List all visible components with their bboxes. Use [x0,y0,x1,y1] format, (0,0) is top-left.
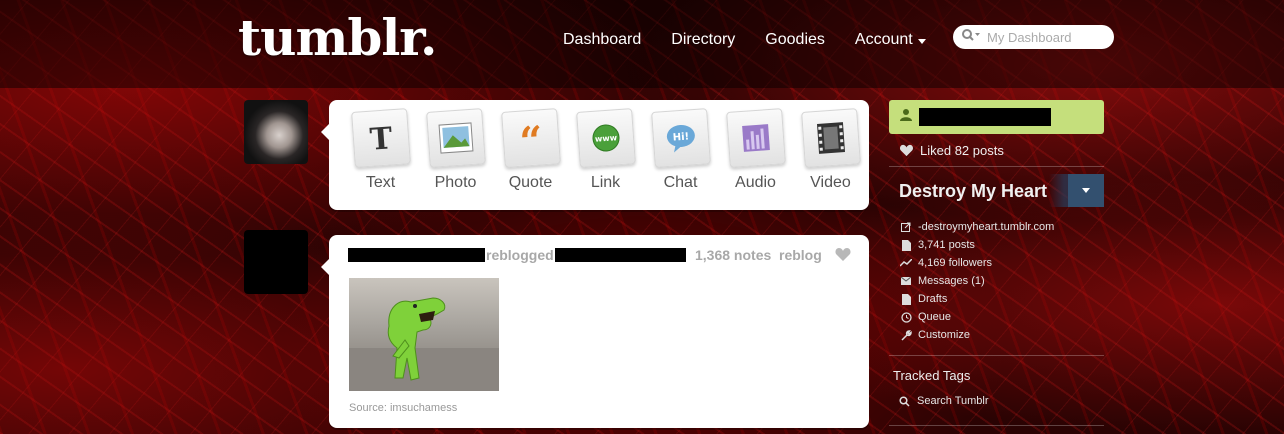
blog-link-queue[interactable]: Queue [899,308,1054,326]
post-photo[interactable] [349,278,499,391]
post-type-text[interactable]: T Text [343,108,418,192]
blog-links: -destroymyheart.tumblr.com 3,741 posts 4… [899,218,1054,344]
chat-icon: Hi! [650,108,711,168]
nav-directory[interactable]: Directory [671,31,735,49]
blog-link-messages[interactable]: Messages (1) [899,272,1054,290]
blog-link-label: 4,169 followers [918,257,992,269]
blog-link-drafts[interactable]: Drafts [899,290,1054,308]
post-type-label: Video [810,174,851,191]
notes-count[interactable]: 1,368 notes [695,247,771,263]
search-input[interactable] [987,29,1097,45]
text-icon: T [350,108,411,168]
reblogged-text: reblogged [486,247,554,263]
envelope-icon [899,277,913,285]
redacted-username[interactable] [348,248,485,262]
post-type-link[interactable]: www Link [568,108,643,192]
post-composer: T Text Photo “ Quote www Link Hi! Chat A… [321,100,869,210]
blog-link-label: 3,741 posts [918,239,975,251]
nav-goodies[interactable]: Goodies [765,31,825,49]
sidebar-divider [889,355,1104,356]
liked-posts-label: Liked 82 posts [920,143,1004,158]
search-tumblr-link[interactable]: Search Tumblr [899,395,989,407]
blog-title[interactable]: Destroy My Heart [899,181,1047,202]
clock-icon [899,311,913,323]
svg-text:www: www [594,133,617,144]
chevron-down-icon [1082,188,1090,193]
redacted-source-username[interactable] [554,248,686,262]
link-icon: www [575,108,636,168]
chevron-down-icon [917,38,926,44]
audio-icon [725,108,786,168]
svg-text:T: T [368,121,393,156]
blog-link-label: Queue [918,311,952,323]
post-type-quote[interactable]: “ Quote [493,108,568,192]
search-icon[interactable] [961,28,981,47]
user-icon [899,108,913,127]
quote-icon: “ [500,108,561,168]
post-type-label: Text [365,174,396,191]
sidebar-divider [889,425,1104,426]
trend-icon [899,259,913,267]
post-type-label: Photo [434,174,477,191]
post-source[interactable]: Source: imsuchamess [349,402,457,414]
blog-link-customize[interactable]: Customize [899,326,1054,344]
post-header: reblogged [348,247,853,263]
sidebar-divider [889,166,1104,167]
photo-icon [425,108,486,168]
nav-account[interactable]: Account [855,31,926,49]
top-nav: Dashboard Directory Goodies Account [563,31,956,49]
post-type-label: Link [590,174,621,191]
search-icon [899,395,910,407]
blog-link-followers[interactable]: 4,169 followers [899,254,1054,272]
dashboard-post: reblogged 1,368 notes reblog Source: ims… [321,235,869,428]
blog-link-posts[interactable]: 3,741 posts [899,236,1054,254]
nav-account-label: Account [854,31,913,48]
poster-avatar[interactable] [244,230,308,294]
post-type-list: T Text Photo “ Quote www Link Hi! Chat A… [343,108,868,192]
search-tumblr-label: Search Tumblr [917,395,989,407]
blog-link-label: -destroymyheart.tumblr.com [918,221,1055,233]
blog-link-label: Customize [918,329,970,341]
heart-icon [899,144,914,157]
blog-link-url[interactable]: -destroymyheart.tumblr.com [899,218,1054,236]
post-type-audio[interactable]: Audio [718,108,793,192]
redacted-account-name [919,108,1051,126]
user-avatar[interactable] [244,100,308,164]
document-icon [899,239,913,251]
post-type-chat[interactable]: Hi! Chat [643,108,718,192]
post-type-video[interactable]: Video [793,108,868,192]
svg-text:Hi!: Hi! [672,131,689,143]
post-type-label: Chat [663,174,698,191]
svg-text:“: “ [518,122,544,154]
post-type-label: Audio [735,174,776,191]
document-icon [899,293,913,305]
external-link-icon [899,222,913,232]
liked-posts-link[interactable]: Liked 82 posts [899,143,1004,158]
blog-title-row: Destroy My Heart [889,174,1104,207]
user-bar[interactable] [889,100,1104,134]
reblog-button[interactable]: reblog [779,247,822,263]
tracked-tags-heading: Tracked Tags [893,368,971,383]
search-box[interactable] [953,25,1114,49]
blog-link-label: Drafts [918,293,948,305]
post-type-photo[interactable]: Photo [418,108,493,192]
tumblr-logo[interactable]: tumblr. [238,8,437,67]
video-icon [800,108,861,168]
blog-menu-button[interactable] [1068,174,1104,207]
nav-dashboard[interactable]: Dashboard [563,31,641,49]
blog-link-label: Messages (1) [918,275,985,287]
wrench-icon [899,329,913,341]
like-heart-icon[interactable] [835,247,851,267]
post-type-label: Quote [508,174,553,191]
